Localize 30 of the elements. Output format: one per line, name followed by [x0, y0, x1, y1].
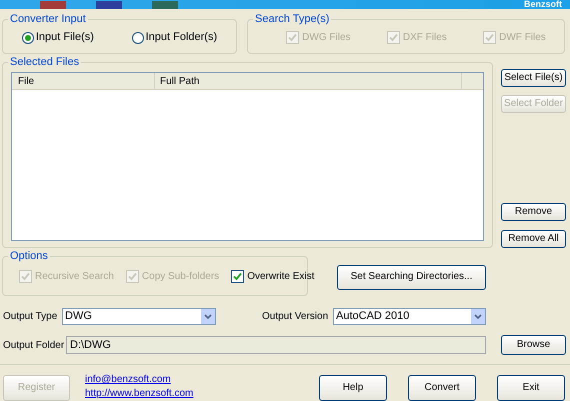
- group-title: Search Type(s): [253, 11, 332, 27]
- button[interactable]: Help: [319, 375, 387, 401]
- button[interactable]: Browse: [501, 335, 566, 355]
- button[interactable]: Remove All: [501, 230, 566, 248]
- group-title: Converter Input: [8, 11, 88, 27]
- button[interactable]: Set Searching Directories...: [337, 264, 486, 290]
- output-folder-field[interactable]: D:\DWG: [66, 336, 486, 354]
- column-header[interactable]: Full Path: [155, 73, 462, 89]
- output-type-dropdown[interactable]: DWG: [62, 308, 216, 325]
- checkbox-label: DWG Files: [302, 31, 351, 45]
- output-version-dropdown[interactable]: AutoCAD 2010: [333, 308, 486, 325]
- button[interactable]: Exit: [497, 375, 565, 401]
- link[interactable]: info@benzsoft.com: [85, 373, 194, 387]
- radio-label: Input Folder(s): [146, 30, 218, 46]
- field-label: Output Type: [2, 310, 58, 324]
- button[interactable]: Convert: [408, 375, 476, 401]
- brand-name: Benzsoft: [524, 0, 562, 9]
- checkbox-label: DWF Files: [499, 31, 546, 45]
- column-header[interactable]: File: [12, 73, 155, 89]
- field-label: Output Folder: [2, 338, 66, 352]
- radio-label: Input File(s): [36, 30, 94, 46]
- button[interactable]: Select File(s): [501, 69, 566, 87]
- field-label: Output Version: [262, 310, 330, 324]
- button[interactable]: Remove: [501, 203, 566, 221]
- checkbox-label: Overwrite Exist: [247, 270, 314, 284]
- checkbox-label: Copy Sub-folders: [142, 270, 220, 284]
- checkbox-label: DXF Files: [402, 31, 447, 45]
- checkbox-label: Recursive Search: [35, 270, 114, 284]
- group-title: Options: [8, 248, 50, 264]
- link[interactable]: http://www.benzsoft.com: [85, 387, 194, 401]
